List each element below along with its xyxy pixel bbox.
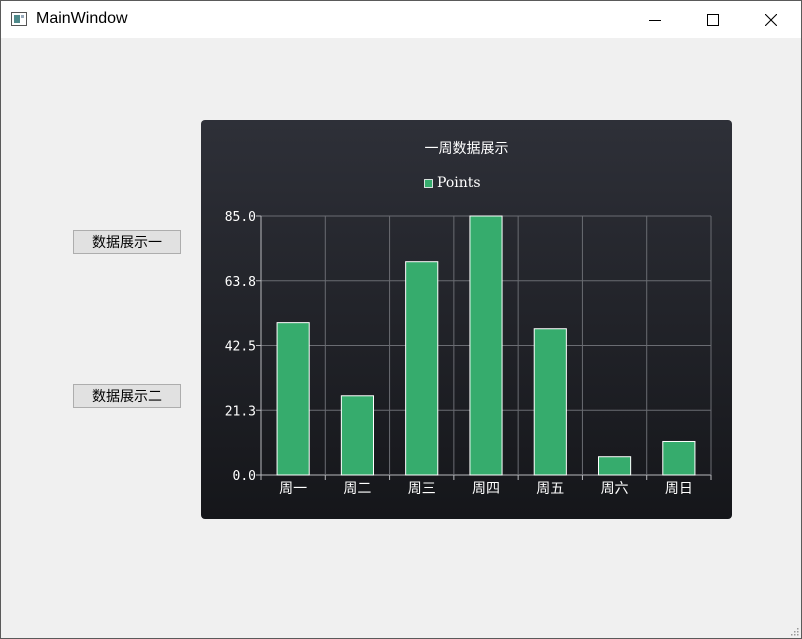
y-tick-label: 85.0 xyxy=(225,210,256,225)
main-window: MainWindow 数据展示一 数据展示二 一周数据展示 Points 0.0 21… xyxy=(0,0,802,639)
y-tick-label: 42.5 xyxy=(225,340,256,355)
x-tick-label: 周六 xyxy=(601,481,629,497)
close-button[interactable] xyxy=(742,1,800,38)
legend-swatch xyxy=(424,179,433,188)
x-tick-label: 周四 xyxy=(472,481,500,497)
resize-grip-icon[interactable] xyxy=(791,628,799,636)
x-tick-label: 周日 xyxy=(665,481,693,497)
legend-label: Points xyxy=(437,175,481,191)
x-tick-label: 周五 xyxy=(536,481,564,497)
bar xyxy=(598,456,632,476)
bar-chart: 一周数据展示 Points 0.0 21.3 42.5 63.8 85.0 周一 周二 周三 周四 周… xyxy=(225,141,712,497)
x-tick-label: 周二 xyxy=(343,481,371,497)
app-icon xyxy=(11,12,27,26)
bar xyxy=(340,395,375,476)
bar xyxy=(662,440,696,476)
y-tick-label: 21.3 xyxy=(225,404,256,419)
minimize-icon xyxy=(649,19,661,21)
chart-panel: 一周数据展示 Points 0.0 21.3 42.5 63.8 85.0 周一 周二 周三 周四 周… xyxy=(201,120,732,519)
y-tick-label: 63.8 xyxy=(225,275,256,290)
bar xyxy=(469,215,503,476)
minimize-button[interactable] xyxy=(626,1,684,38)
window-title: MainWindow xyxy=(36,10,128,27)
chart-title: 一周数据展示 xyxy=(425,141,509,157)
bar xyxy=(405,261,439,476)
close-icon xyxy=(765,13,777,26)
maximize-icon xyxy=(707,13,719,26)
maximize-button[interactable] xyxy=(684,1,742,38)
bar xyxy=(533,328,567,476)
x-tick-label: 周三 xyxy=(408,481,436,497)
data-display-two-button[interactable]: 数据展示二 xyxy=(73,384,181,408)
bar xyxy=(276,322,310,476)
y-tick-label: 0.0 xyxy=(233,469,256,484)
data-display-one-button[interactable]: 数据展示一 xyxy=(73,230,181,254)
x-tick-label: 周一 xyxy=(279,481,307,497)
title-bar: MainWindow xyxy=(1,1,801,38)
